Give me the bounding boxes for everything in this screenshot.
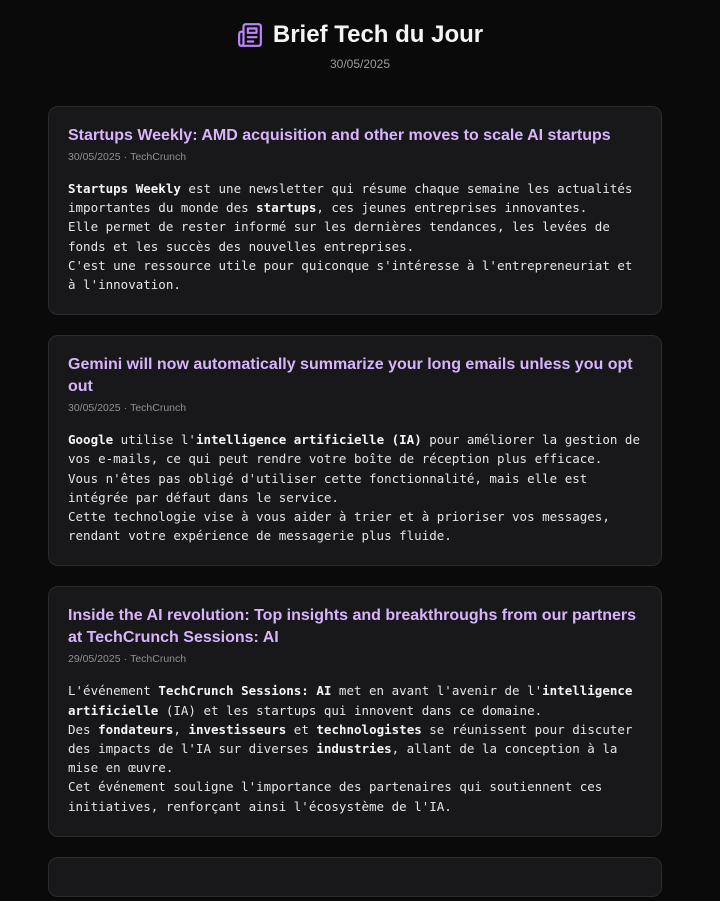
summary-text: Elle permet de rester informé sur les de… [68, 219, 610, 254]
summary-emphasis: technologistes [316, 721, 422, 737]
summary-paragraph: C'est une ressource utile pour quiconque… [68, 256, 642, 294]
summary-paragraph: L'événement TechCrunch Sessions: AI met … [68, 681, 642, 719]
article-source: TechCrunch [130, 151, 187, 163]
summary-text: (IA) et les startups qui innovent dans c… [158, 702, 543, 718]
summary-text: C'est une ressource utile pour quiconque… [68, 257, 633, 293]
summary-text: met en avant l'avenir de l' [331, 683, 543, 699]
summary-emphasis: intelligence artificielle (IA) [195, 432, 422, 448]
article-card: Startups Weekly: AMD acquisition and oth… [48, 106, 662, 316]
article-summary: Startups Weekly est une newsletter qui r… [68, 179, 642, 294]
summary-text: et [286, 721, 317, 737]
article-date: 29/05/2025 [68, 653, 121, 666]
summary-emphasis: investisseurs [188, 721, 287, 737]
summary-paragraph: Cet événement souligne l'importance des … [68, 777, 642, 815]
page-date: 30/05/2025 [329, 57, 391, 71]
article-meta: 29/05/2025 · TechCrunch [68, 653, 642, 665]
summary-text: , [173, 721, 189, 737]
meta-separator: · [123, 151, 128, 163]
summary-text: Des [68, 721, 99, 737]
article-meta: 30/05/2025 · TechCrunch [68, 151, 642, 163]
page-title: Brief Tech du Jour [272, 21, 484, 48]
summary-text: Cette technologie vise à vous aider à tr… [68, 509, 610, 544]
summary-emphasis: Google [68, 432, 114, 448]
summary-paragraph: Des fondateurs, investisseurs et technol… [68, 720, 642, 778]
article-summary: Google utilise l'intelligence artificiel… [68, 430, 642, 545]
article-date: 30/05/2025 [68, 151, 121, 163]
meta-separator: · [123, 402, 128, 415]
title-row: Brief Tech du Jour [0, 20, 720, 50]
article-list: Startups Weekly: AMD acquisition and oth… [0, 71, 720, 897]
summary-emphasis: fondateurs [98, 721, 174, 737]
meta-separator: · [123, 653, 128, 666]
summary-paragraph: Google utilise l'intelligence artificiel… [68, 430, 642, 468]
article-title[interactable]: Gemini will now automatically summarize … [68, 354, 642, 398]
article-date: 30/05/2025 [68, 402, 121, 415]
summary-paragraph: Startups Weekly est une newsletter qui r… [68, 179, 642, 217]
article-meta: 30/05/2025 · TechCrunch [68, 402, 642, 414]
summary-emphasis: industries [316, 741, 392, 757]
summary-emphasis: TechCrunch Sessions: AI [158, 683, 332, 699]
article-card: Inside the AI revolution: Top insights a… [48, 586, 662, 837]
summary-emphasis: startups [256, 200, 317, 216]
page-header: Brief Tech du Jour 30/05/2025 [0, 0, 720, 71]
article-card: Gemini will now automatically summarize … [48, 335, 662, 567]
summary-text: utilise l' [113, 432, 196, 448]
newspaper-icon [237, 23, 262, 47]
summary-text: , ces jeunes entreprises innovantes. [316, 200, 588, 216]
summary-paragraph: Vous n'êtes pas obligé d'utiliser cette … [68, 469, 642, 507]
summary-paragraph: Elle permet de rester informé sur les de… [68, 217, 642, 255]
article-card-partial [48, 856, 662, 897]
summary-text: Vous n'êtes pas obligé d'utiliser cette … [68, 470, 588, 505]
summary-paragraph: Cette technologie vise à vous aider à tr… [68, 507, 642, 545]
article-title[interactable]: Inside the AI revolution: Top insights a… [68, 605, 642, 649]
article-summary: L'événement TechCrunch Sessions: AI met … [68, 681, 642, 815]
summary-text: L'événement [68, 683, 159, 699]
article-source: TechCrunch [130, 402, 187, 415]
summary-text: Cet événement souligne l'importance des … [68, 779, 603, 814]
article-source: TechCrunch [130, 653, 187, 666]
summary-emphasis: Startups Weekly [68, 181, 181, 196]
article-title[interactable]: Startups Weekly: AMD acquisition and oth… [68, 125, 642, 147]
